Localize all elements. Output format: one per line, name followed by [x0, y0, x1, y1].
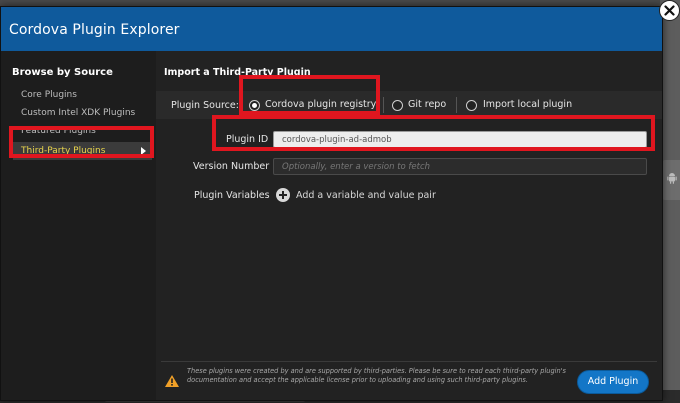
sidebar-item-third-party-plugins[interactable]: Third-Party Plugins — [13, 142, 152, 160]
third-party-notice: These plugins were created by and are su… — [187, 367, 566, 384]
radio-label-import-local-plugin[interactable]: Import local plugin — [483, 99, 572, 110]
radio-label-git-repo[interactable]: Git repo — [408, 99, 446, 110]
radio-git-repo[interactable] — [392, 100, 403, 111]
radio-import-local-plugin[interactable] — [466, 100, 477, 111]
plugin-source-label: Plugin Source: — [171, 100, 239, 111]
close-button[interactable] — [659, 0, 680, 21]
main-panel: Import a Third-Party Plugin Plugin Sourc… — [156, 51, 662, 400]
android-icon — [667, 173, 677, 184]
close-icon — [664, 5, 675, 16]
android-tab[interactable] — [662, 160, 680, 200]
plugin-id-label: Plugin ID — [226, 134, 269, 145]
footer-divider — [161, 361, 657, 362]
sidebar-item-core-plugins[interactable]: Core Plugins — [21, 90, 77, 100]
add-variable-button[interactable] — [276, 188, 290, 202]
sidebar-heading: Browse by Source — [12, 67, 113, 78]
sidebar-item-featured-plugins[interactable]: Featured Plugins — [21, 126, 96, 136]
version-number-input[interactable] — [273, 158, 647, 175]
version-number-label: Version Number — [193, 161, 270, 172]
divider — [456, 97, 457, 113]
divider — [383, 97, 384, 113]
dialog-title: Cordova Plugin Explorer — [9, 22, 180, 38]
dialog-titlebar: Cordova Plugin Explorer — [1, 7, 662, 51]
warning-icon — [165, 375, 179, 387]
sidebar-item-custom-intel-xdk-plugins[interactable]: Custom Intel XDK Plugins — [21, 108, 135, 118]
radio-cordova-plugin-registry[interactable] — [249, 100, 260, 111]
radio-label-cordova-plugin-registry[interactable]: Cordova plugin registry — [265, 99, 376, 110]
sidebar-item-label: Third-Party Plugins — [21, 146, 106, 156]
plugin-id-input[interactable] — [273, 131, 647, 148]
add-variable-text[interactable]: Add a variable and value pair — [296, 190, 436, 201]
chevron-right-icon — [141, 147, 146, 155]
sidebar: Browse by Source Core Plugins Custom Int… — [1, 51, 156, 400]
plugin-variables-label: Plugin Variables — [194, 190, 270, 201]
backdrop-right-panel — [660, 0, 680, 403]
plus-icon — [279, 191, 287, 199]
section-title: Import a Third-Party Plugin — [164, 67, 311, 78]
add-plugin-button[interactable]: Add Plugin — [577, 370, 649, 394]
plugin-explorer-dialog: Cordova Plugin Explorer Browse by Source… — [0, 6, 663, 401]
